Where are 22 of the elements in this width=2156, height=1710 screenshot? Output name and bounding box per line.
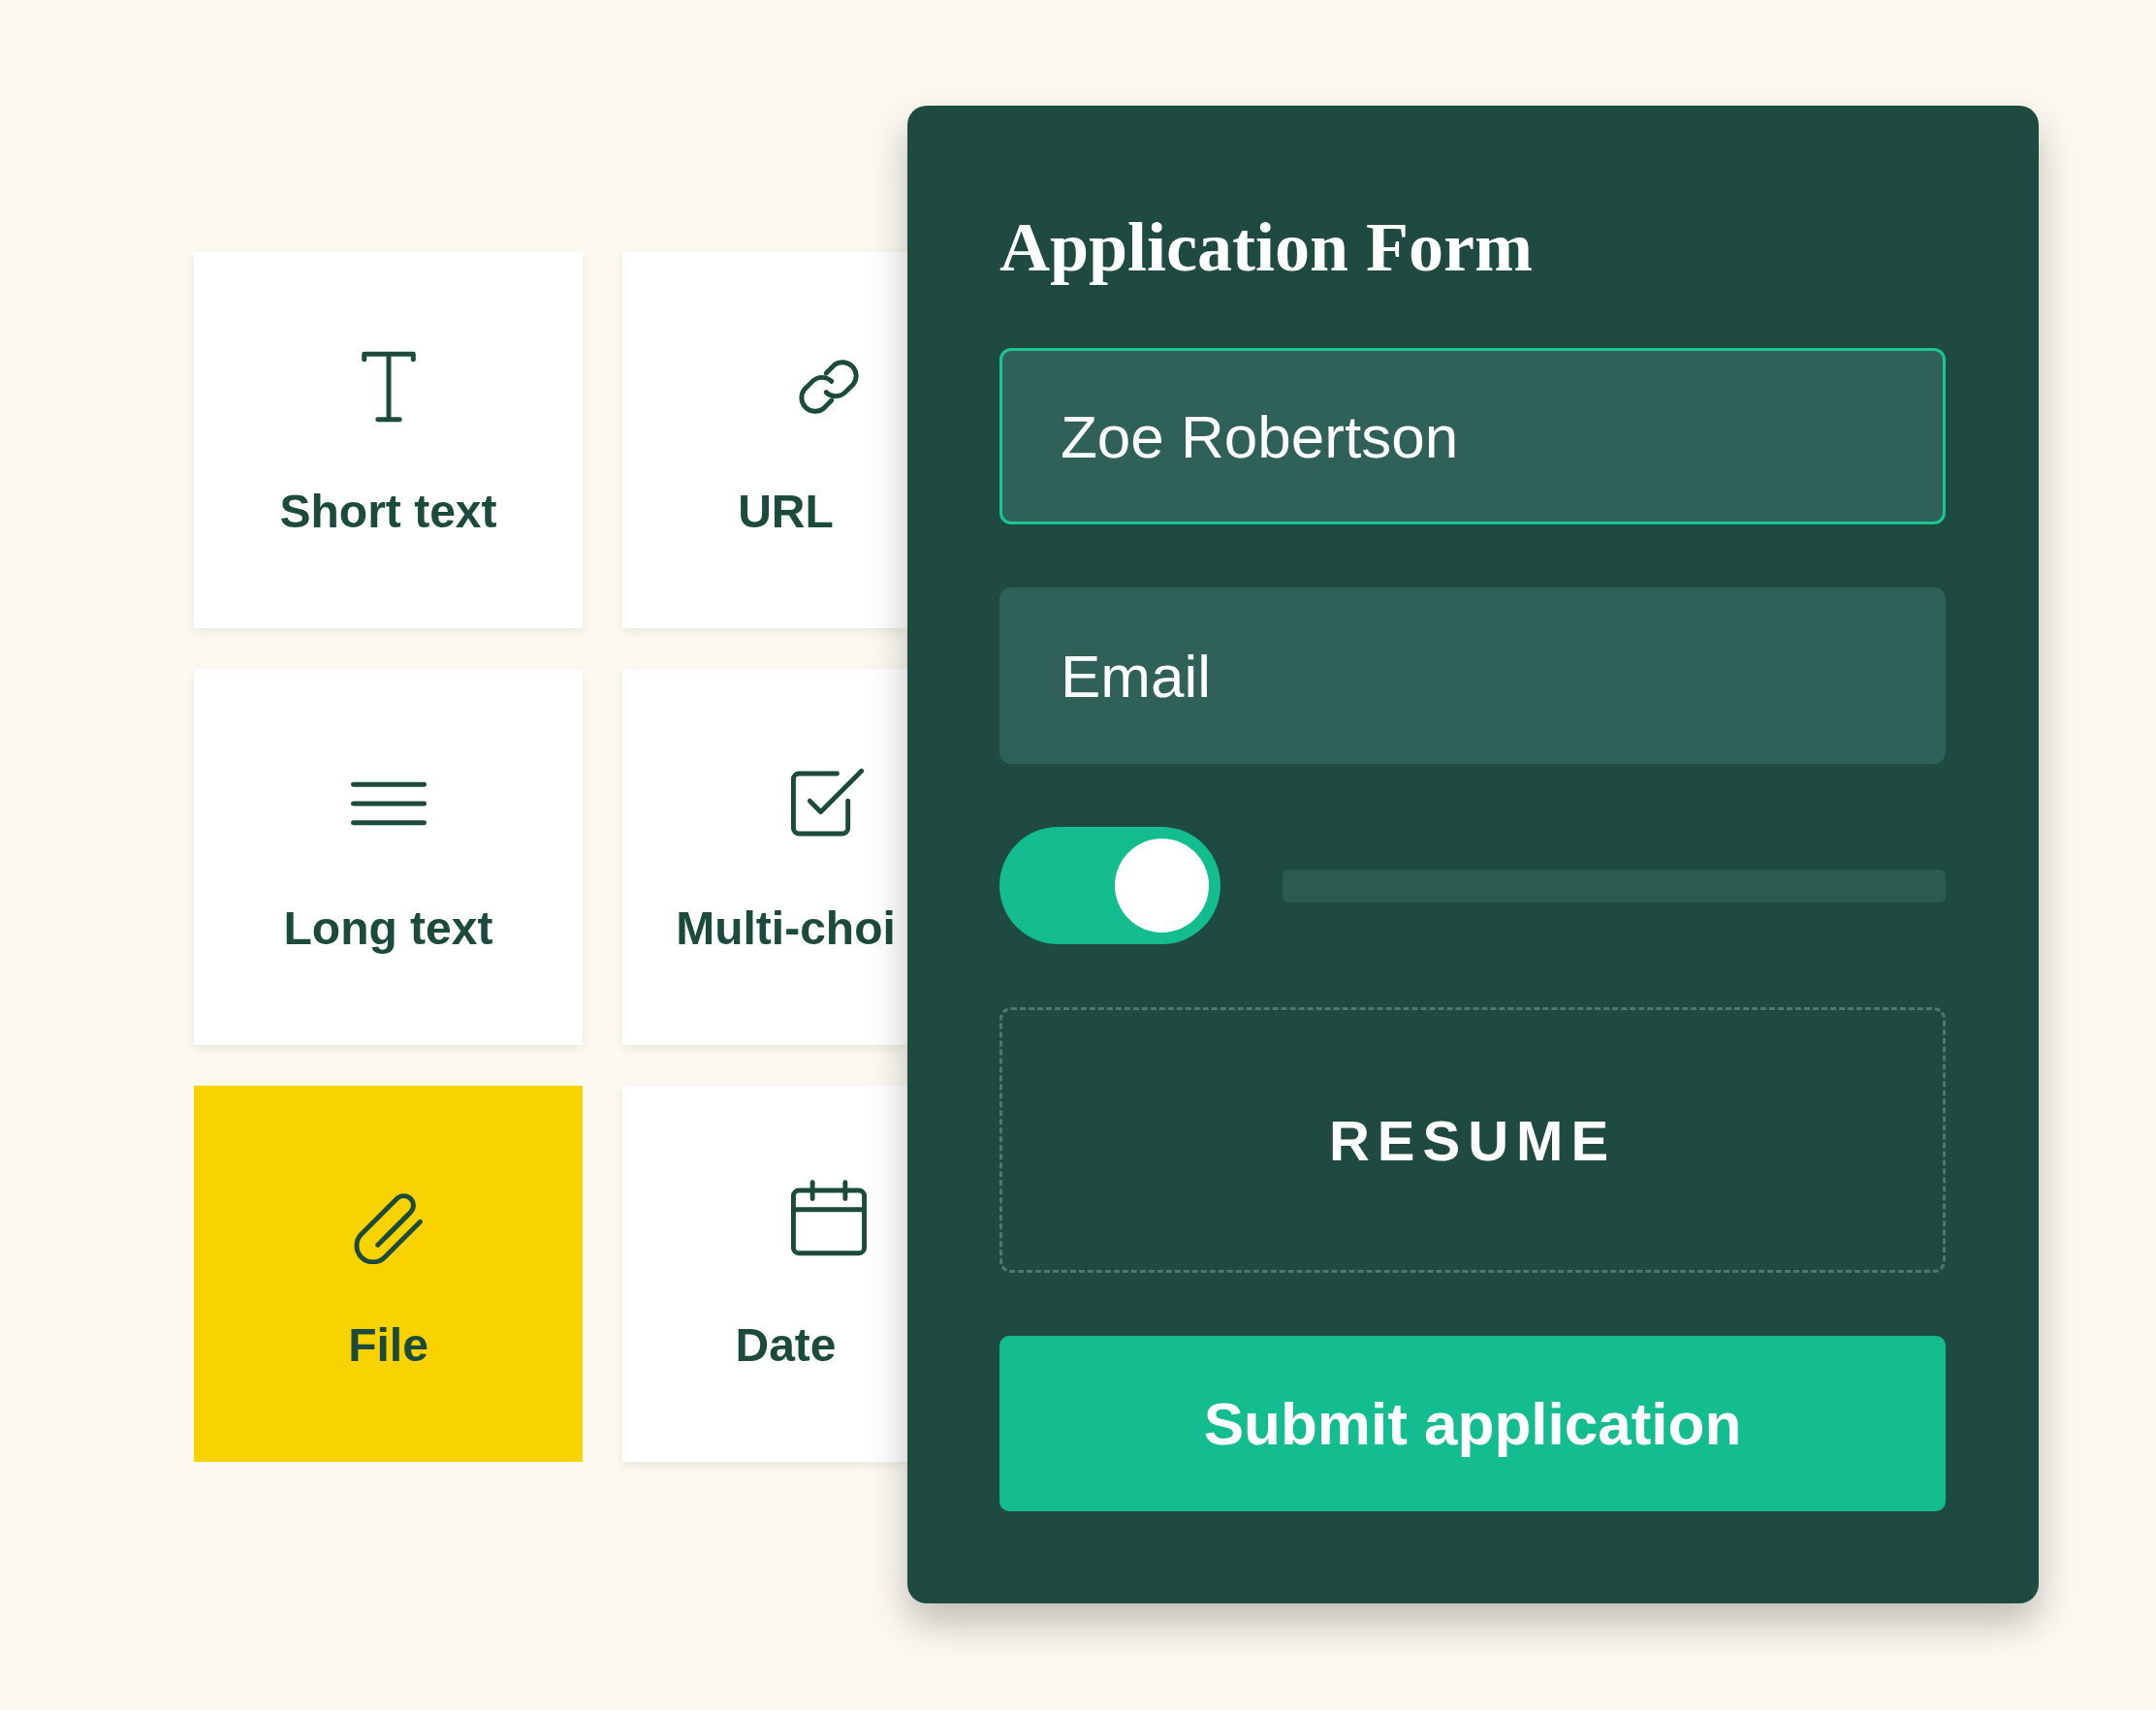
upload-dropzone[interactable]: RESUME (999, 1007, 1946, 1273)
field-type-tile[interactable]: Short text (194, 252, 583, 628)
tile-label: Short text (279, 484, 497, 538)
link-icon (799, 359, 859, 414)
field-type-tile[interactable]: Date (622, 1086, 907, 1462)
tile-label: Date (734, 1317, 838, 1372)
text-icon (361, 351, 416, 422)
field-type-tile[interactable]: File (194, 1086, 583, 1462)
checkbox-icon (791, 768, 865, 836)
field-type-tile[interactable]: Long text (194, 669, 583, 1045)
lines-icon (350, 781, 427, 825)
tile-label: Long text (283, 901, 493, 955)
email-field[interactable]: Email (999, 587, 1946, 764)
paperclip-icon (353, 1192, 423, 1264)
calendar-icon (791, 1179, 867, 1255)
tile-label: File (348, 1317, 428, 1372)
field-type-tile[interactable]: Multi-choi (622, 669, 907, 1045)
tile-label: Multi-choi (675, 901, 897, 955)
form-title: Application Form (999, 207, 1534, 288)
name-field[interactable]: Zoe Robertson (999, 348, 1946, 524)
tile-label: URL (737, 484, 835, 538)
field-type-tile[interactable]: URL (622, 252, 907, 628)
